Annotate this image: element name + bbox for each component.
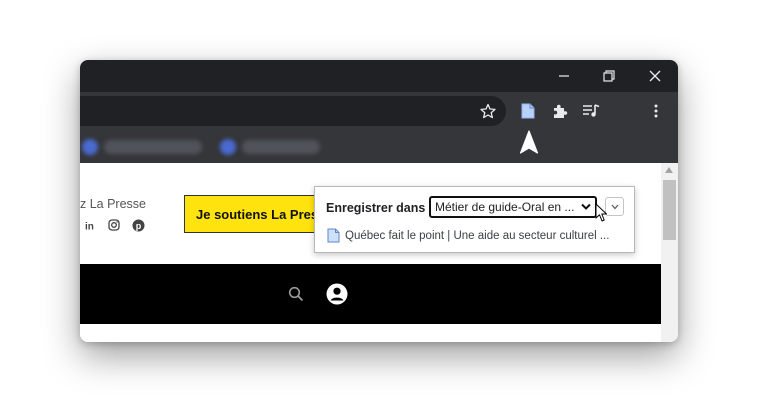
instagram-icon[interactable] (107, 218, 121, 232)
title-bar (80, 60, 678, 92)
save-to-folder-popup: Enregistrer dans Métier de guide-Oral en… (314, 186, 635, 253)
bookmark-star-button[interactable] (474, 92, 502, 130)
close-button[interactable] (635, 60, 675, 92)
site-navigation-bar (80, 264, 661, 324)
star-icon (480, 103, 496, 119)
more-icon (654, 104, 658, 118)
browser-toolbar (80, 92, 678, 130)
bookmark-favicon (220, 139, 236, 155)
minimize-icon (559, 75, 569, 77)
account-icon[interactable] (326, 283, 348, 305)
svg-text:in: in (85, 221, 94, 231)
address-bar[interactable] (80, 96, 506, 126)
bookmark-item[interactable] (242, 140, 320, 154)
chevron-down-icon (581, 203, 591, 210)
saved-page-title: Québec fait le point | Une aide au secte… (345, 229, 610, 242)
up-arrow-pointer-icon (519, 130, 539, 155)
saved-page-item[interactable]: Québec fait le point | Une aide au secte… (327, 228, 609, 243)
page-icon (327, 228, 340, 243)
scrollbar-thumb[interactable] (663, 180, 676, 240)
minimize-button[interactable] (544, 60, 584, 92)
save-page-extension-button[interactable] (514, 92, 542, 130)
reading-list-button[interactable] (577, 92, 605, 130)
restore-button[interactable] (589, 60, 629, 92)
extensions-icon (554, 104, 568, 118)
bookmarks-bar (80, 130, 678, 163)
page-icon (521, 103, 535, 119)
selected-folder: Métier de guide-Oral en ... (435, 200, 575, 214)
pinterest-icon[interactable]: p (131, 218, 145, 232)
chevron-down-icon (611, 204, 618, 209)
save-in-label: Enregistrer dans (326, 201, 426, 215)
close-icon (649, 70, 661, 82)
browser-menu-button[interactable] (642, 92, 670, 130)
scroll-up-arrow-icon[interactable] (665, 167, 673, 173)
restore-icon (603, 70, 615, 82)
mouse-cursor-icon (595, 203, 609, 223)
header-text: z La Presse (80, 197, 147, 211)
svg-text:p: p (135, 221, 141, 231)
search-icon[interactable] (288, 286, 304, 302)
vertical-scrollbar[interactable] (661, 163, 678, 342)
folder-select[interactable]: Métier de guide-Oral en ... (429, 196, 597, 218)
extensions-button[interactable] (546, 92, 574, 130)
bookmark-favicon (82, 139, 98, 155)
linkedin-icon[interactable]: in (83, 218, 97, 232)
bookmark-item[interactable] (104, 140, 202, 154)
reading-list-icon (583, 104, 600, 117)
